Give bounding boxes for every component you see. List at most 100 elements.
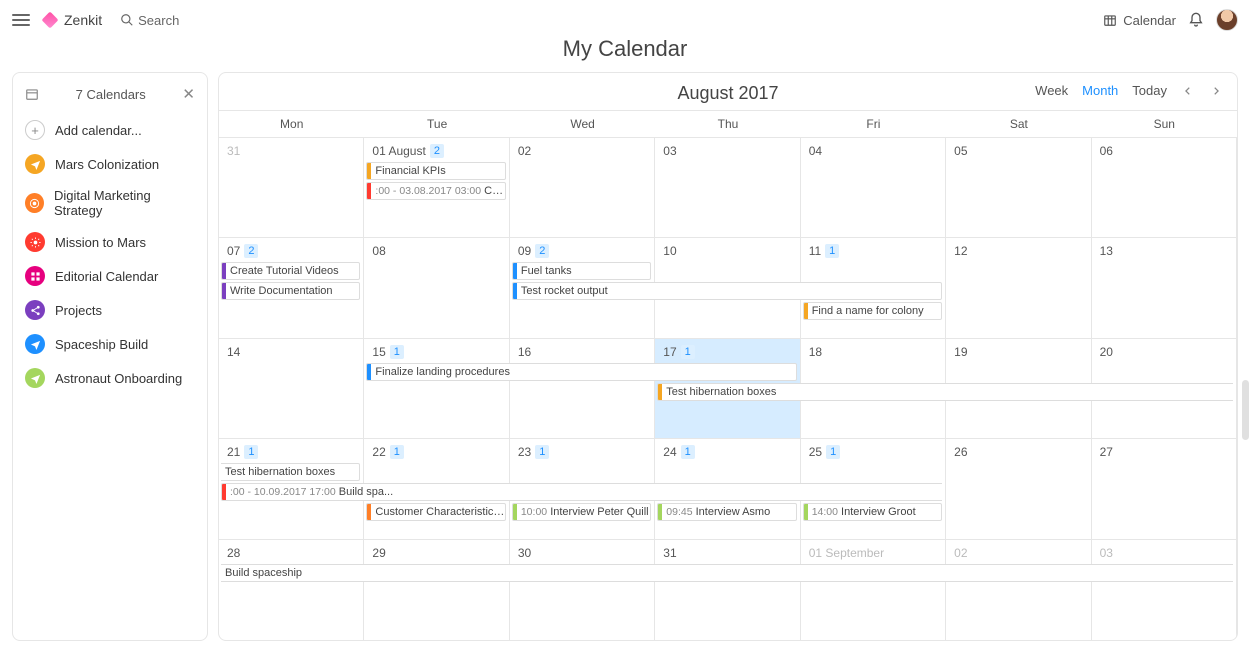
event-label: Interview Asmo (696, 506, 771, 518)
calendar-list-item[interactable]: Astronaut Onboarding (13, 361, 207, 395)
event-label: Create Tutorial Videos (222, 265, 339, 277)
calendar-list-item[interactable]: Projects (13, 293, 207, 327)
calendar-event[interactable]: Test hibernation boxes (221, 463, 360, 481)
calendar-color-icon (25, 368, 45, 388)
event-time: 14:00 (804, 506, 838, 518)
calendar-event[interactable]: 10:00 Interview Peter Quill (512, 503, 651, 521)
day-cell[interactable]: 16 (510, 339, 655, 438)
calendar-event[interactable]: Write Documentation (221, 282, 360, 300)
day-cell[interactable]: 27 (1092, 439, 1237, 538)
day-number: 26 (954, 445, 967, 459)
event-label: Fuel tanks (513, 265, 572, 277)
calendar-event[interactable]: Test rocket output (512, 282, 942, 300)
day-cell[interactable]: 31 (655, 540, 800, 640)
calendar-list-item[interactable]: Mission to Mars (13, 225, 207, 259)
calendar-event[interactable]: Build spaceship (221, 564, 1233, 582)
user-avatar[interactable] (1216, 9, 1238, 31)
day-cell[interactable]: 02 (510, 138, 655, 237)
event-label: Test rocket output (513, 285, 608, 297)
event-label: Interview Groot (841, 506, 916, 518)
next-month-button[interactable] (1209, 86, 1223, 96)
view-switcher[interactable]: Calendar (1103, 13, 1176, 28)
day-cell[interactable]: 13 (1092, 238, 1237, 337)
event-count-badge: 1 (826, 445, 840, 459)
event-label: Test hibernation boxes (658, 386, 776, 398)
dow-label: Fri (801, 111, 946, 137)
day-cell[interactable]: 08 (364, 238, 509, 337)
calendar-item-label: Editorial Calendar (55, 269, 158, 284)
calendar-event[interactable]: 09:45 Interview Asmo (657, 503, 796, 521)
day-number: 02 (518, 144, 531, 158)
day-number: 06 (1100, 144, 1113, 158)
day-cell[interactable]: 01 September (801, 540, 946, 640)
calendar-list-item[interactable]: Mars Colonization (13, 147, 207, 181)
day-cell[interactable]: 06 (1092, 138, 1237, 237)
app-logo (42, 12, 59, 29)
view-month[interactable]: Month (1082, 83, 1118, 98)
add-calendar-label: Add calendar... (55, 123, 142, 138)
event-color-stripe (367, 163, 371, 179)
calendar-event[interactable]: Customer Characteristic K... (366, 503, 505, 521)
calendar-event[interactable]: Fuel tanks (512, 262, 651, 280)
calendar-color-icon (25, 193, 44, 213)
calendar-panel: August 2017 Week Month Today MonTueWedTh… (218, 72, 1238, 641)
add-calendar-button[interactable]: + Add calendar... (13, 113, 207, 147)
calendar-list-item[interactable]: Editorial Calendar (13, 259, 207, 293)
event-color-stripe (513, 263, 517, 279)
day-cell[interactable]: 14 (219, 339, 364, 438)
scrollbar[interactable] (1242, 380, 1249, 440)
event-color-stripe (367, 183, 371, 199)
day-number: 04 (809, 144, 822, 158)
day-cell[interactable]: 03 (1092, 540, 1237, 640)
notifications-button[interactable] (1188, 12, 1204, 28)
menu-icon[interactable] (12, 14, 30, 26)
calendar-list-item[interactable]: Digital Marketing Strategy (13, 181, 207, 225)
day-cell[interactable]: 26 (946, 439, 1091, 538)
calendar-event[interactable]: Find a name for colony (803, 302, 942, 320)
calendar-event[interactable]: :00 - 10.09.2017 17:00 Build spa... (221, 483, 942, 501)
plus-icon: + (25, 120, 45, 140)
day-number: 31 (227, 144, 240, 158)
calendar-event[interactable]: Finalize landing procedures (366, 363, 796, 381)
day-cell[interactable]: 31 (219, 138, 364, 237)
view-label: Calendar (1123, 13, 1176, 28)
event-time: 10:00 (513, 506, 547, 518)
day-cell[interactable]: 02 (946, 540, 1091, 640)
dow-label: Wed (510, 111, 655, 137)
day-number: 28 (227, 546, 240, 560)
day-number: 092 (518, 244, 549, 258)
day-cell[interactable]: 05 (946, 138, 1091, 237)
day-cell[interactable]: 12 (946, 238, 1091, 337)
calendar-list-item[interactable]: Spaceship Build (13, 327, 207, 361)
prev-month-button[interactable] (1181, 86, 1195, 96)
search-button[interactable]: Search (120, 13, 179, 28)
close-sidebar-button[interactable]: ✕ (182, 85, 195, 103)
day-cell[interactable]: 28 (219, 540, 364, 640)
app-name: Zenkit (64, 12, 102, 28)
calendar-list-sidebar: 7 Calendars ✕ + Add calendar... Mars Col… (12, 72, 208, 641)
calendar-event[interactable]: :00 - 03.08.2017 03:00 Check life... (366, 182, 505, 200)
event-count-badge: 1 (244, 445, 258, 459)
event-label: Test hibernation boxes (221, 466, 335, 478)
calendar-event[interactable]: 14:00 Interview Groot (803, 503, 942, 521)
event-label: Build spa... (339, 486, 393, 498)
day-cell[interactable]: 04 (801, 138, 946, 237)
day-cell[interactable]: 29 (364, 540, 509, 640)
day-cell[interactable]: 151 (364, 339, 509, 438)
event-count-badge: 1 (535, 445, 549, 459)
calendar-color-icon (25, 232, 45, 252)
day-cell[interactable]: 30 (510, 540, 655, 640)
day-number: 05 (954, 144, 967, 158)
today-button[interactable]: Today (1132, 83, 1167, 98)
day-number: 13 (1100, 244, 1113, 258)
view-week[interactable]: Week (1035, 83, 1068, 98)
calendar-event[interactable]: Create Tutorial Videos (221, 262, 360, 280)
calendar-week-row: 3101 August20203040506Financial KPIs:00 … (219, 138, 1237, 238)
calendar-week-row: 07208092101111213Create Tutorial VideosW… (219, 238, 1237, 338)
topbar: Zenkit Search Calendar (0, 0, 1250, 40)
day-cell[interactable]: 03 (655, 138, 800, 237)
calendar-event[interactable]: Financial KPIs (366, 162, 505, 180)
calendar-color-icon (25, 334, 45, 354)
calendar-event[interactable]: Test hibernation boxes (657, 383, 1233, 401)
calendar-week-row: 2112212312412512627Test hibernation boxe… (219, 439, 1237, 539)
